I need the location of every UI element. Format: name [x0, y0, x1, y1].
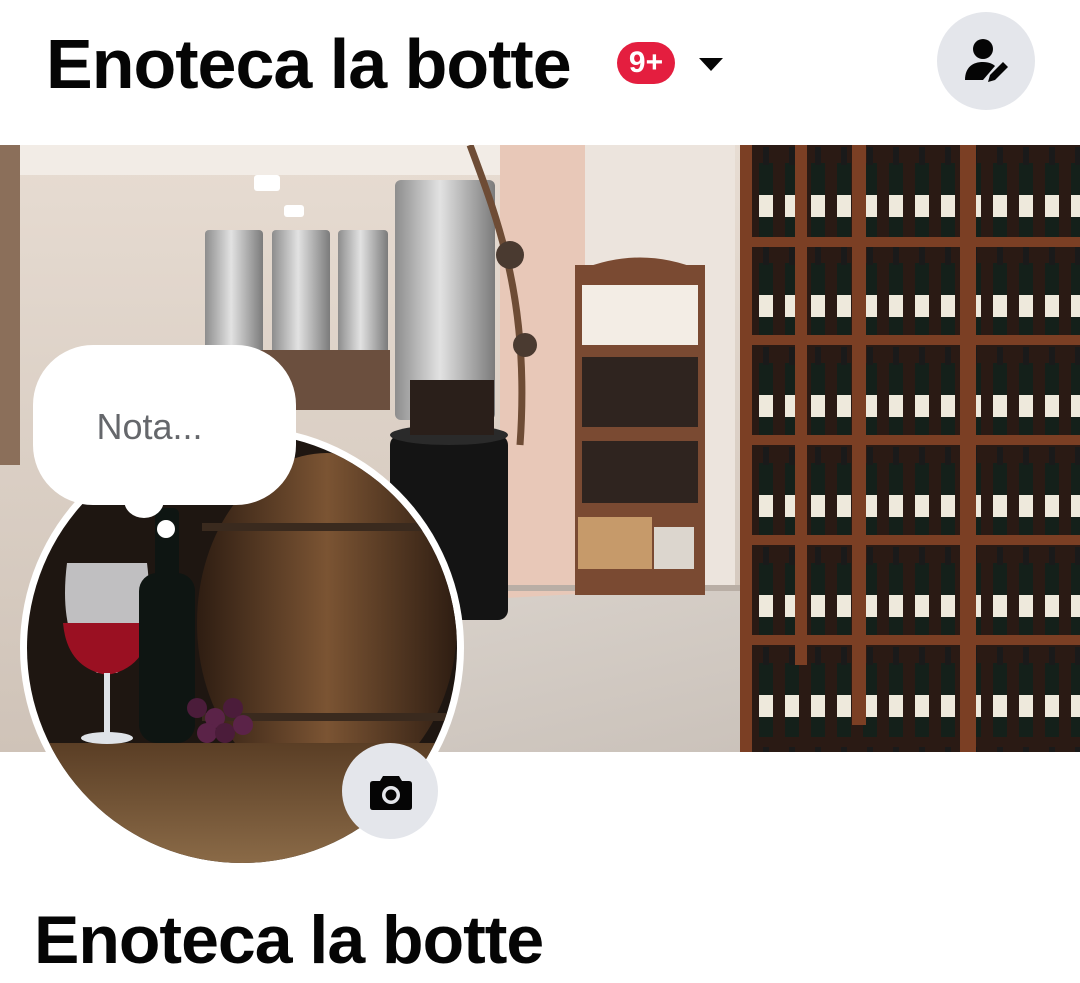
note-bubble-dot: [157, 520, 175, 538]
edit-profile-picture-button[interactable]: [342, 743, 438, 839]
caret-down-icon[interactable]: [696, 52, 726, 76]
person-edit-icon: [965, 39, 1008, 82]
profile-switch-button[interactable]: [937, 12, 1035, 110]
camera-icon: [370, 776, 412, 810]
note-bubble-tail: [124, 482, 164, 518]
top-bar: Enoteca la botte 9+: [0, 0, 1080, 140]
page-title: Enoteca la botte: [34, 902, 544, 978]
page-name-switcher[interactable]: Enoteca la botte: [46, 24, 572, 104]
note-bubble[interactable]: Nota...: [33, 345, 296, 505]
notification-badge[interactable]: 9+: [617, 42, 675, 84]
note-placeholder: Nota...: [96, 406, 203, 447]
